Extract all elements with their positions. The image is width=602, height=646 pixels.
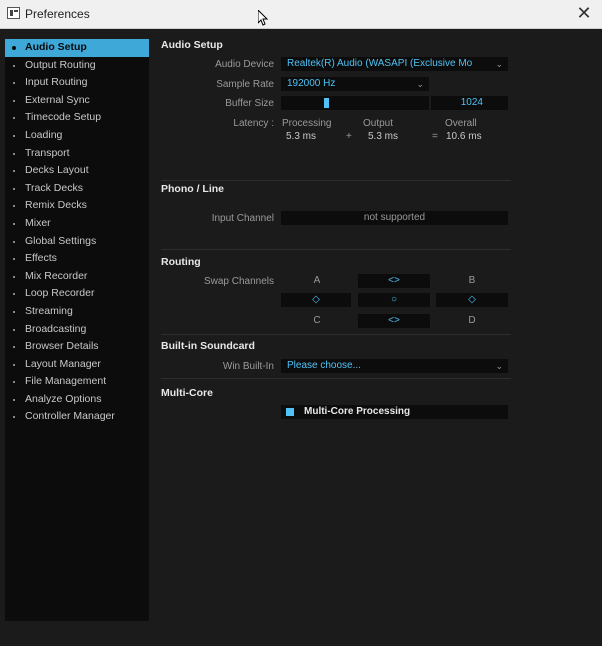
routing-heading: Routing	[161, 256, 201, 268]
multicore-option-label: Multi-Core Processing	[304, 406, 411, 417]
win-builtin-value: Please choose...	[287, 360, 361, 371]
sample-rate-value: 192000 Hz	[287, 78, 336, 89]
win-builtin-label: Win Built-In	[222, 361, 274, 372]
close-button[interactable]: ✕	[574, 3, 594, 23]
swap-bd-button[interactable]: ◇	[436, 293, 508, 307]
divider	[161, 180, 511, 181]
sidebar-item-audio-setup[interactable]: Audio Setup	[5, 39, 149, 57]
buffer-size-value: 1024	[431, 96, 508, 110]
swap-cd-button[interactable]: <>	[358, 314, 430, 328]
latency-label: Latency :	[233, 118, 274, 129]
sidebar-item-external-sync[interactable]: External Sync	[5, 92, 149, 110]
swap-ac-button[interactable]: ◇	[281, 293, 351, 307]
settings-content: Audio Setup Audio Device Realtek(R) Audi…	[161, 29, 511, 639]
sample-rate-label: Sample Rate	[216, 79, 274, 90]
overall-label: Overall	[445, 118, 477, 129]
overall-value: 10.6 ms	[446, 131, 482, 142]
plus-sign: +	[346, 131, 352, 142]
audio-device-dropdown[interactable]: Realtek(R) Audio (WASAPI (Exclusive Mo ⌄	[281, 57, 508, 71]
checkbox-checked-icon[interactable]	[286, 408, 294, 416]
chevron-down-icon: ⌄	[495, 361, 503, 371]
title-bar: Preferences ✕	[0, 0, 602, 29]
sidebar-item-timecode-setup[interactable]: Timecode Setup	[5, 109, 149, 127]
sidebar-item-global-settings[interactable]: Global Settings	[5, 233, 149, 251]
swap-ab-button[interactable]: <>	[358, 274, 430, 288]
swap-channels-label: Swap Channels	[203, 276, 274, 287]
equals-sign: =	[432, 131, 438, 142]
sidebar-nav: Audio Setup Output Routing Input Routing Ex…	[5, 39, 149, 426]
win-builtin-dropdown[interactable]: Please choose... ⌄	[281, 359, 508, 373]
slider-handle[interactable]	[324, 98, 329, 108]
processing-value: 5.3 ms	[286, 131, 317, 142]
output-value: 5.3 ms	[368, 131, 399, 142]
app-icon	[7, 7, 20, 19]
window-title: Preferences	[25, 7, 90, 21]
chevron-down-icon: ⌄	[416, 79, 424, 89]
sidebar-item-input-routing[interactable]: Input Routing	[5, 74, 149, 92]
sidebar-item-mix-recorder[interactable]: Mix Recorder	[5, 268, 149, 286]
mouse-cursor-icon	[257, 8, 269, 31]
swap-center-button[interactable]: ○	[358, 293, 430, 307]
processing-label: Processing	[282, 118, 332, 129]
channel-b-label: B	[468, 275, 476, 286]
channel-d-label: D	[468, 315, 476, 326]
sidebar-item-loading[interactable]: Loading	[5, 127, 149, 145]
audio-device-value: Realtek(R) Audio (WASAPI (Exclusive Mo	[287, 58, 473, 69]
sidebar: Audio Setup Output Routing Input Routing Ex…	[5, 39, 149, 621]
sidebar-item-browser-details[interactable]: Browser Details	[5, 338, 149, 356]
divider	[161, 334, 511, 335]
sidebar-item-decks-layout[interactable]: Decks Layout	[5, 162, 149, 180]
audio-device-label: Audio Device	[215, 59, 274, 70]
multicore-checkbox-row[interactable]: Multi-Core Processing	[281, 405, 508, 419]
phono-line-heading: Phono / Line	[161, 183, 224, 195]
divider	[161, 249, 511, 250]
sample-rate-dropdown[interactable]: 192000 Hz ⌄	[281, 77, 429, 91]
audio-setup-heading: Audio Setup	[161, 39, 223, 51]
buffer-size-slider[interactable]	[281, 96, 429, 110]
sidebar-item-output-routing[interactable]: Output Routing	[5, 57, 149, 75]
sidebar-item-transport[interactable]: Transport	[5, 145, 149, 163]
buffer-size-label: Buffer Size	[225, 98, 274, 109]
sidebar-item-controller-manager[interactable]: Controller Manager	[5, 408, 149, 426]
sidebar-item-track-decks[interactable]: Track Decks	[5, 180, 149, 198]
output-label: Output	[363, 118, 394, 129]
sidebar-item-broadcasting[interactable]: Broadcasting	[5, 321, 149, 339]
sidebar-item-layout-manager[interactable]: Layout Manager	[5, 356, 149, 374]
sidebar-item-file-management[interactable]: File Management	[5, 373, 149, 391]
sidebar-item-analyze-options[interactable]: Analyze Options	[5, 391, 149, 409]
preferences-panel: Audio Setup Output Routing Input Routing Ex…	[0, 29, 602, 646]
sidebar-item-mixer[interactable]: Mixer	[5, 215, 149, 233]
channel-a-label: A	[313, 275, 321, 286]
divider	[161, 378, 511, 379]
multicore-heading: Multi-Core	[161, 387, 213, 399]
sidebar-item-remix-decks[interactable]: Remix Decks	[5, 197, 149, 215]
channel-c-label: C	[313, 315, 321, 326]
chevron-down-icon: ⌄	[495, 59, 503, 69]
builtin-soundcard-heading: Built-in Soundcard	[161, 340, 255, 352]
sidebar-item-loop-recorder[interactable]: Loop Recorder	[5, 285, 149, 303]
sidebar-item-streaming[interactable]: Streaming	[5, 303, 149, 321]
input-channel-label: Input Channel	[211, 213, 274, 224]
input-channel-field: not supported	[281, 211, 508, 225]
sidebar-item-effects[interactable]: Effects	[5, 250, 149, 268]
